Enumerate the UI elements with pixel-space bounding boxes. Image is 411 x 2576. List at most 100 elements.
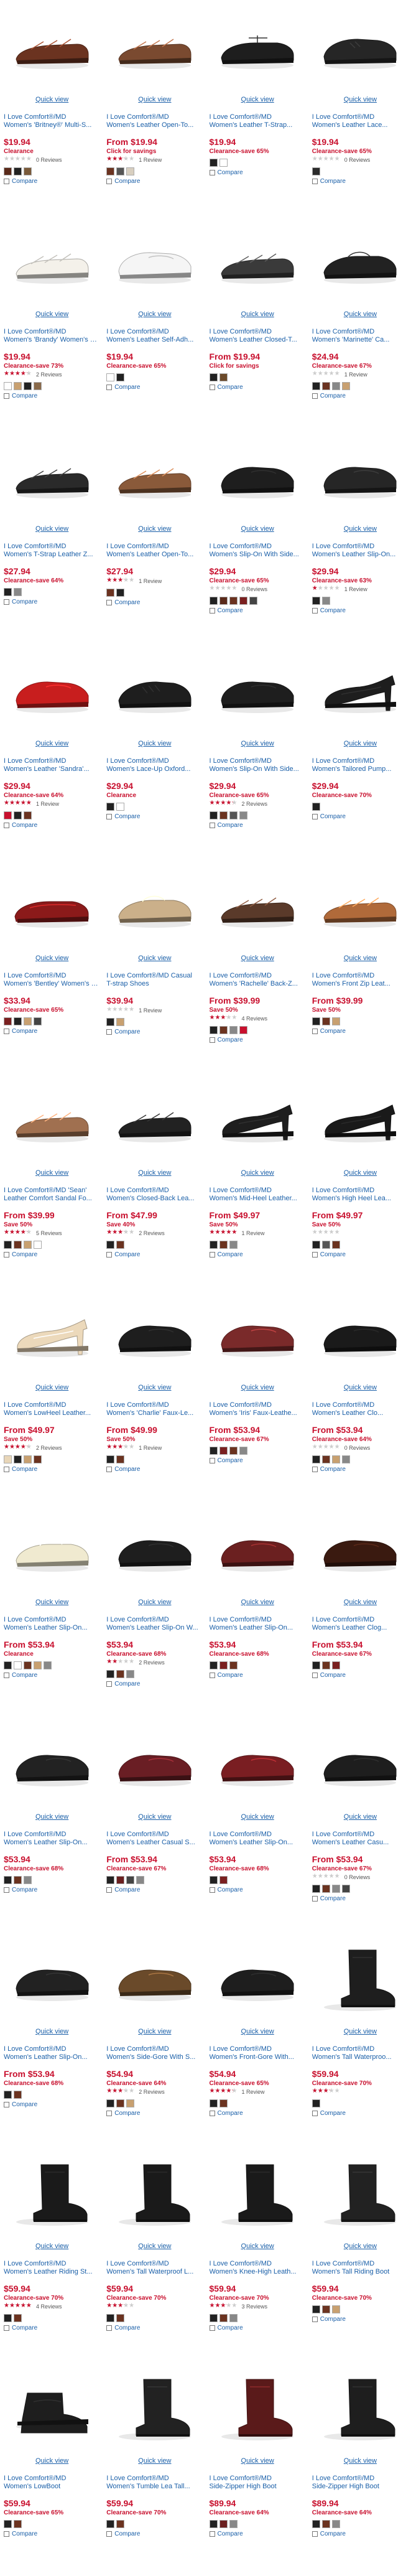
color-swatch[interactable] — [331, 1017, 340, 1025]
product-brand[interactable]: I Love Comfort®/MD — [4, 2475, 100, 2482]
quick-view-link[interactable]: Quick view — [4, 1384, 100, 1391]
quick-view-link[interactable]: Quick view — [106, 740, 203, 747]
product-title[interactable]: Women's 'Bentley' Women's Suede L... — [4, 979, 100, 988]
checkbox-icon[interactable] — [106, 600, 113, 605]
color-swatch[interactable] — [4, 1661, 12, 1669]
product-image-link[interactable] — [6, 1721, 99, 1808]
color-swatch[interactable] — [229, 811, 238, 819]
color-swatch[interactable] — [106, 1018, 115, 1026]
compare-checkbox[interactable]: Compare — [106, 2531, 203, 2537]
product-image-link[interactable] — [313, 218, 407, 306]
color-swatch[interactable] — [312, 382, 320, 390]
checkbox-icon[interactable] — [4, 1887, 9, 1893]
product-title[interactable]: Women's Closed-Back Lea... — [106, 1194, 203, 1203]
quick-view-link[interactable]: Quick view — [210, 1598, 306, 1606]
product-image-link[interactable] — [313, 1721, 407, 1808]
color-swatch[interactable] — [209, 373, 218, 381]
color-swatch[interactable] — [229, 597, 238, 605]
compare-checkbox[interactable]: Compare — [312, 1028, 409, 1035]
product-brand[interactable]: I Love Comfort®/MD — [210, 543, 306, 550]
color-swatch[interactable] — [116, 1876, 125, 1884]
compare-checkbox[interactable]: Compare — [4, 393, 100, 399]
color-swatch[interactable] — [116, 1455, 125, 1463]
color-swatch[interactable] — [4, 382, 12, 390]
color-swatch[interactable] — [24, 1661, 32, 1669]
color-swatch[interactable] — [106, 1241, 115, 1249]
product-title[interactable]: Women's Tumble Lea Tall... — [106, 2482, 203, 2491]
product-brand[interactable]: I Love Comfort®/MD — [4, 1831, 100, 1838]
color-swatch[interactable] — [4, 1455, 12, 1463]
checkbox-icon[interactable] — [4, 1467, 9, 1472]
checkbox-icon[interactable] — [312, 2317, 318, 2322]
product-brand[interactable]: I Love Comfort®/MD 'Sean' — [4, 1187, 100, 1194]
color-swatch[interactable] — [14, 2314, 22, 2322]
color-swatch[interactable] — [219, 1661, 228, 1669]
color-swatch[interactable] — [209, 1876, 218, 1884]
color-swatch[interactable] — [312, 1661, 320, 1669]
product-image-link[interactable] — [211, 1077, 304, 1164]
quick-view-link[interactable]: Quick view — [4, 1813, 100, 1821]
product-brand[interactable]: I Love Comfort®/MD — [210, 1187, 306, 1194]
compare-checkbox[interactable]: Compare — [4, 1028, 100, 1035]
quick-view-link[interactable]: Quick view — [312, 740, 409, 747]
checkbox-icon[interactable] — [4, 179, 9, 184]
quick-view-link[interactable]: Quick view — [106, 1169, 203, 1177]
quick-view-link[interactable]: Quick view — [4, 740, 100, 747]
color-swatch[interactable] — [321, 1885, 330, 1893]
quick-view-link[interactable]: Quick view — [210, 2028, 306, 2035]
rating-row[interactable]: ★★★★★★★★★★1 Review — [106, 577, 203, 585]
product-brand[interactable]: I Love Comfort®/MD — [312, 2260, 409, 2267]
color-swatch[interactable] — [106, 1455, 115, 1463]
color-swatch[interactable] — [229, 1661, 238, 1669]
product-image-link[interactable] — [108, 4, 201, 91]
product-brand[interactable]: I Love Comfort®/MD — [210, 2475, 306, 2482]
quick-view-link[interactable]: Quick view — [4, 2028, 100, 2035]
color-swatch[interactable] — [209, 159, 218, 167]
rating-row[interactable]: ★★★★★★★★★★1 Review — [312, 585, 409, 593]
compare-checkbox[interactable]: Compare — [209, 1672, 306, 1679]
compare-checkbox[interactable]: Compare — [209, 1457, 306, 1464]
checkbox-icon[interactable] — [209, 608, 215, 614]
checkbox-icon[interactable] — [312, 1896, 318, 1902]
color-swatch[interactable] — [239, 811, 247, 819]
product-title[interactable]: Women's Leather Slip-On... — [210, 1623, 306, 1632]
product-title[interactable]: Women's 'Iris' Faux-Leathe... — [210, 1409, 306, 1417]
product-title[interactable]: Side-Zipper High Boot — [312, 2482, 409, 2491]
product-title[interactable]: Women's Knee-High Leath... — [210, 2267, 306, 2276]
compare-checkbox[interactable]: Compare — [312, 1251, 409, 1258]
checkbox-icon[interactable] — [4, 393, 9, 399]
product-title[interactable]: Women's Leather Slip-On... — [4, 1623, 100, 1632]
compare-checkbox[interactable]: Compare — [312, 393, 409, 399]
color-swatch[interactable] — [4, 2314, 12, 2322]
color-swatch[interactable] — [4, 2091, 12, 2099]
compare-checkbox[interactable]: Compare — [106, 384, 203, 391]
color-swatch[interactable] — [14, 1876, 22, 1884]
quick-view-link[interactable]: Quick view — [106, 2457, 203, 2465]
compare-checkbox[interactable]: Compare — [209, 607, 306, 614]
color-swatch[interactable] — [209, 597, 218, 605]
color-swatch[interactable] — [4, 1017, 12, 1025]
rating-row[interactable]: ★★★★★★★★★★ 0 Reviews — [312, 156, 409, 164]
product-title[interactable]: Women's Leather Open-To... — [106, 550, 203, 559]
product-image-link[interactable] — [6, 218, 99, 306]
color-swatch[interactable] — [219, 159, 228, 167]
product-image-link[interactable] — [108, 862, 201, 950]
product-image-link[interactable] — [108, 1292, 201, 1379]
compare-checkbox[interactable]: Compare — [312, 813, 409, 820]
color-swatch[interactable] — [239, 597, 247, 605]
product-image-link[interactable] — [108, 2365, 201, 2452]
product-title[interactable]: Women's Leather Closed-T... — [210, 335, 306, 344]
rating-row[interactable]: ★★★★★★★★★★1 Review — [210, 1229, 306, 1237]
product-title[interactable]: Women's Leather Self-Adh... — [106, 335, 203, 344]
product-title[interactable]: Women's Leather Open-To... — [106, 121, 203, 129]
quick-view-link[interactable]: Quick view — [312, 1598, 409, 1606]
compare-checkbox[interactable]: Compare — [4, 1672, 100, 1679]
color-swatch[interactable] — [331, 1885, 340, 1893]
product-brand[interactable]: I Love Comfort®/MD — [4, 1616, 100, 1623]
product-image-link[interactable] — [6, 1506, 99, 1594]
color-swatch[interactable] — [34, 382, 42, 390]
compare-checkbox[interactable]: Compare — [209, 384, 306, 391]
quick-view-link[interactable]: Quick view — [210, 525, 306, 533]
product-brand[interactable]: I Love Comfort®/MD — [106, 1616, 203, 1623]
quick-view-link[interactable]: Quick view — [210, 1384, 306, 1391]
